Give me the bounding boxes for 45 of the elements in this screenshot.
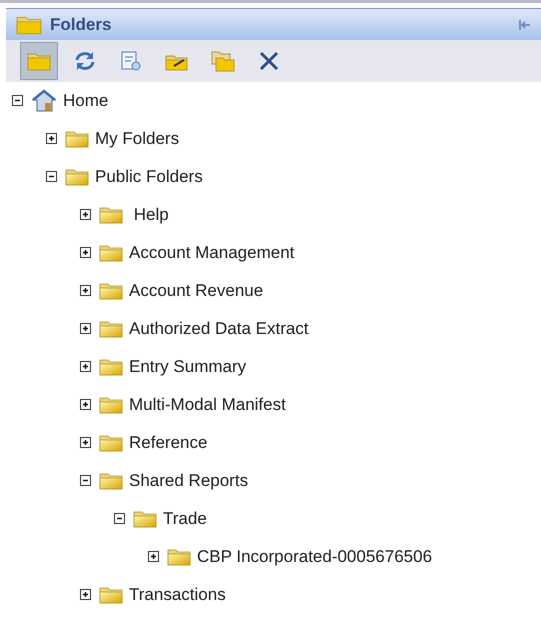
folders-icon <box>210 49 236 73</box>
expand-toggle[interactable] <box>80 360 93 374</box>
folder-icon <box>99 282 123 300</box>
folder-icon <box>99 320 123 338</box>
collapse-toggle[interactable] <box>114 512 127 526</box>
folder-icon <box>65 130 89 148</box>
expand-toggle[interactable] <box>80 208 93 222</box>
tree-item[interactable]: Help <box>129 205 169 225</box>
tree-item[interactable]: Public Folders <box>95 167 203 187</box>
folder-icon <box>99 244 123 262</box>
panel-title: Folders <box>50 14 112 34</box>
expand-toggle[interactable] <box>148 550 161 564</box>
tree-item[interactable]: Shared Reports <box>129 471 248 491</box>
tree-item[interactable]: Home <box>63 91 108 111</box>
folder-icon <box>99 358 123 376</box>
folder-icon <box>99 434 123 452</box>
expand-toggle[interactable] <box>80 246 93 260</box>
tree-item[interactable]: Multi-Modal Manifest <box>129 395 286 415</box>
house-icon <box>31 89 57 113</box>
folder-icon <box>133 510 157 528</box>
tree-item[interactable]: Reference <box>129 433 208 453</box>
expand-toggle[interactable] <box>80 588 93 602</box>
tree-item[interactable]: Trade <box>163 509 207 529</box>
expand-toggle[interactable] <box>80 436 93 450</box>
folder-icon <box>99 206 123 224</box>
tree-item[interactable]: My Folders <box>95 129 180 149</box>
tree-item[interactable]: Account Management <box>129 243 294 263</box>
tree-item[interactable]: Account Revenue <box>129 281 264 301</box>
expand-toggle[interactable] <box>80 284 93 298</box>
tree-item[interactable]: CBP Incorporated-0005676506 <box>197 547 432 567</box>
folder-icon <box>99 396 123 414</box>
expand-toggle[interactable] <box>80 398 93 412</box>
tree-item[interactable]: Entry Summary <box>129 357 246 377</box>
collapse-toggle[interactable] <box>80 474 93 488</box>
folder-icon <box>167 548 191 566</box>
folder-icon <box>16 14 42 34</box>
expand-toggle[interactable] <box>80 322 93 336</box>
expand-toggle[interactable] <box>46 132 59 146</box>
tree-item[interactable]: Authorized Data Extract <box>129 319 309 339</box>
folder-icon <box>65 168 89 186</box>
tree-item[interactable]: Transactions <box>129 585 226 605</box>
folder-icon <box>99 586 123 604</box>
collapse-toggle[interactable] <box>12 94 25 108</box>
collapse-toggle[interactable] <box>46 170 59 184</box>
folder-icon <box>99 472 123 490</box>
